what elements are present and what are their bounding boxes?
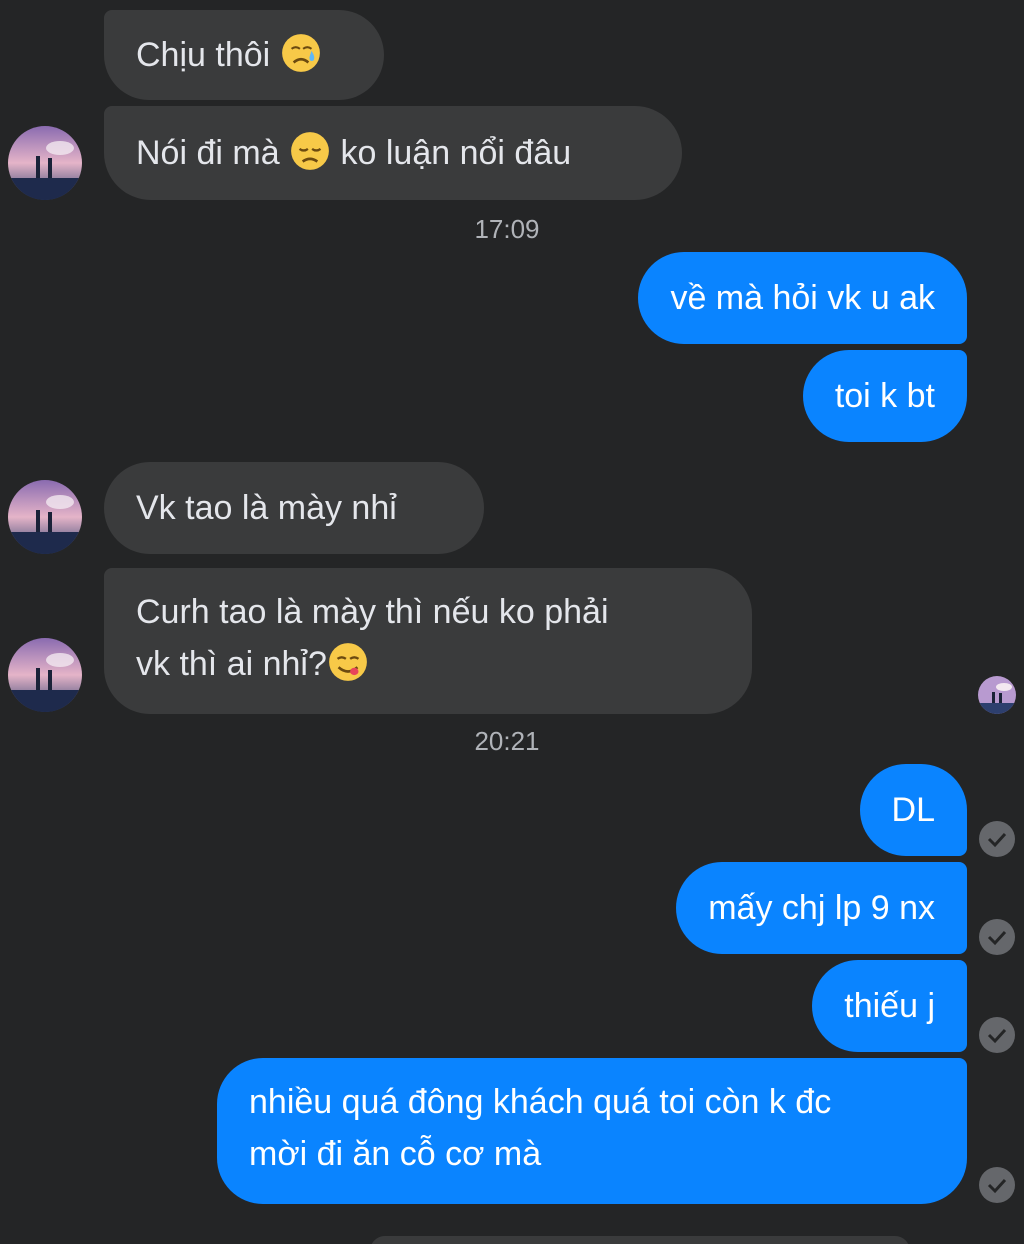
chat-thread: Chịu thôi Nói đi mà ko luận nổi đâu 17:0…	[0, 0, 1024, 1244]
message-text: mời đi ăn cỗ cơ mà	[249, 1135, 542, 1173]
timestamp: 20:21	[474, 726, 540, 756]
disappointed-emoji-icon	[289, 130, 331, 172]
savoring-food-emoji-icon	[327, 641, 369, 683]
outgoing-message[interactable]: nhiều quá đông khách quá toi còn k đc mờ…	[217, 1058, 967, 1204]
message-text: thiếu j	[844, 987, 935, 1025]
outgoing-message[interactable]: DL	[859, 764, 967, 856]
incoming-message[interactable]: Chịu thôi	[104, 10, 384, 100]
message-text: Chịu thôi	[136, 36, 271, 74]
timestamp: 17:09	[474, 214, 540, 244]
outgoing-message[interactable]: mấy chj lp 9 nx	[676, 862, 967, 954]
message-text: Nói đi mà	[136, 134, 280, 172]
outgoing-message[interactable]: toi k bt	[802, 350, 967, 442]
sent-check-icon	[978, 820, 1016, 858]
contact-avatar[interactable]	[8, 126, 82, 200]
incoming-message[interactable]: Vk tao là mày nhỉ	[104, 462, 484, 554]
message-text: về mà hỏi vk u ak	[670, 279, 935, 317]
contact-avatar[interactable]	[8, 480, 82, 554]
sent-check-icon	[978, 1016, 1016, 1054]
sad-relieved-emoji-icon	[280, 32, 322, 74]
message-text: vk thì ai nhỉ?	[136, 645, 327, 683]
sent-check-icon	[978, 1166, 1016, 1204]
seen-by-avatar	[978, 676, 1016, 714]
message-text: Vk tao là mày nhỉ	[136, 489, 397, 527]
outgoing-message[interactable]: thiếu j	[812, 960, 967, 1052]
message-text: Curh tao là mày thì nếu ko phải	[136, 593, 609, 631]
message-text: nhiều quá đông khách quá toi còn k đc	[249, 1083, 832, 1121]
message-text: ko luận nổi đâu	[340, 134, 572, 172]
message-text: mấy chj lp 9 nx	[708, 889, 935, 927]
message-text: toi k bt	[834, 377, 935, 415]
contact-avatar[interactable]	[8, 638, 82, 712]
outgoing-message[interactable]: về mà hỏi vk u ak	[638, 252, 967, 344]
incoming-message[interactable]: Nói đi mà ko luận nổi đâu	[104, 106, 682, 200]
composer-input-edge[interactable]	[370, 1236, 910, 1244]
incoming-message[interactable]: Curh tao là mày thì nếu ko phải vk thì a…	[104, 568, 752, 714]
message-text: DL	[891, 791, 935, 829]
sent-check-icon	[978, 918, 1016, 956]
